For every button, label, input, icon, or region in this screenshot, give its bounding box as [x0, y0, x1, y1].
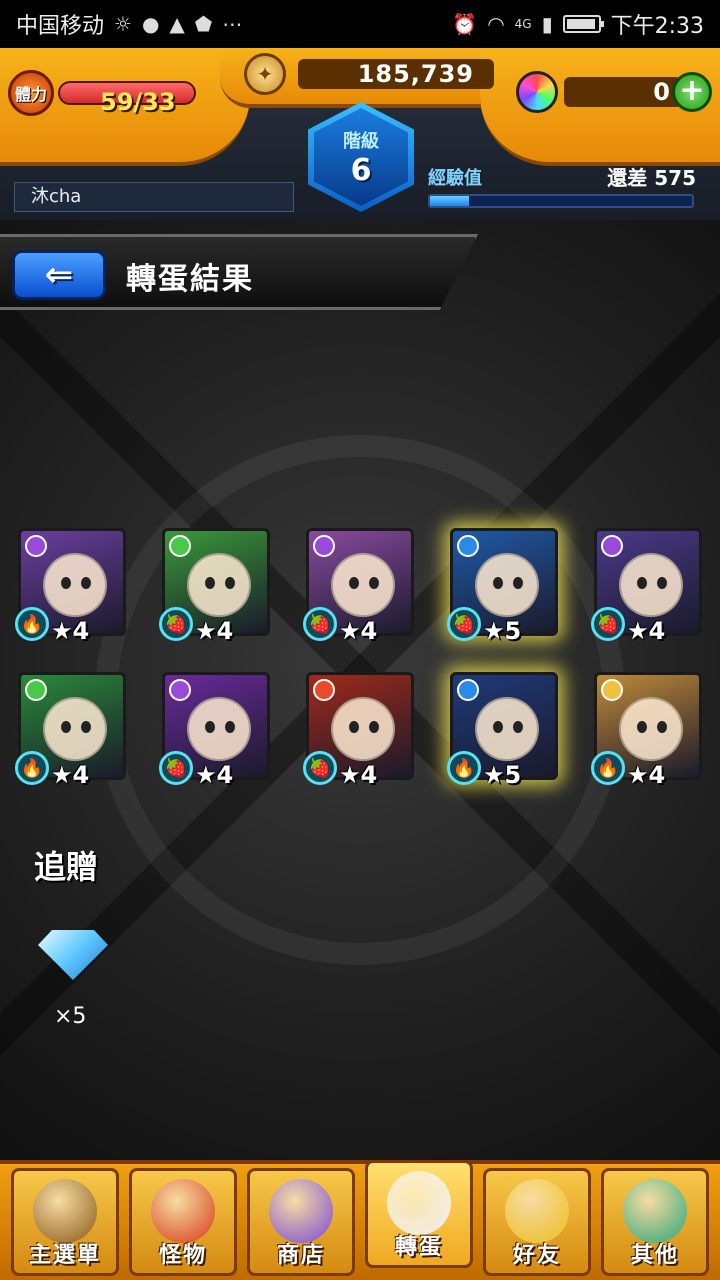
- orb-value: 0: [564, 77, 682, 107]
- clock: 下午2:33: [610, 14, 704, 39]
- egg-icon: [387, 1171, 451, 1235]
- nav-item-0[interactable]: 主選單: [11, 1168, 119, 1276]
- type-icon: 🍓: [591, 607, 625, 641]
- exp-bar: [428, 194, 694, 208]
- element-icon: [601, 679, 623, 701]
- monster-card[interactable]: 🍓 ★4: [303, 528, 414, 645]
- monster-card[interactable]: 🍓 ★4: [159, 528, 270, 645]
- diamond-icon: [623, 1179, 687, 1243]
- element-icon: [169, 679, 191, 701]
- castle-icon: [33, 1179, 97, 1243]
- rainbow-orb-icon: [269, 1179, 333, 1243]
- type-icon: 🍓: [303, 607, 337, 641]
- element-icon: [313, 679, 335, 701]
- monster-card[interactable]: 🍓 ★5: [447, 528, 558, 645]
- notification-dot-icon: ●: [141, 12, 160, 36]
- monster-card[interactable]: 🍓 ★4: [159, 672, 270, 789]
- gacha-result-screen: ⇐ 轉蛋結果 🔥 ★4 🍓 ★4 🍓 ★4 🍓 ★5 🍓 ★4 🔥 ★4 🍓 ★4 🍓 ★4 🔥 ★5 🔥 ★4 追贈…: [0, 220, 720, 1160]
- balloons-icon: [505, 1179, 569, 1243]
- type-icon: 🍓: [159, 751, 193, 785]
- buy-orbs-button[interactable]: +: [672, 72, 712, 112]
- back-button[interactable]: ⇐: [12, 250, 106, 300]
- nav-item-2[interactable]: 商店: [247, 1168, 355, 1276]
- page-title: 轉蛋結果: [126, 262, 254, 297]
- warning-icon: ▲: [169, 12, 185, 36]
- element-icon: [457, 535, 479, 557]
- coin-counter: ✦ 185,739: [244, 53, 494, 95]
- rank-value: 6: [350, 152, 372, 188]
- signal-icon: ▮: [541, 12, 553, 36]
- type-icon: 🍓: [303, 751, 337, 785]
- stamina-icon: 體力: [8, 70, 54, 116]
- element-icon: [457, 679, 479, 701]
- wifi-icon: ◠: [487, 12, 505, 36]
- top-hud: 體力 59/33 ✦ 185,739 0 + 階級 6 沐cha 經驗值 還差 …: [0, 48, 720, 220]
- type-icon: 🔥: [15, 751, 49, 785]
- element-icon: [25, 535, 47, 557]
- stamina-value: 59/33: [100, 88, 176, 116]
- exp-label: 經驗值: [428, 168, 482, 189]
- brightness-icon: ☼: [114, 12, 132, 36]
- monster-card[interactable]: 🔥 ★4: [15, 672, 126, 789]
- back-arrow-icon: ⇐: [44, 255, 74, 295]
- bonus-gem: [34, 926, 110, 986]
- monster-card[interactable]: 🔥 ★4: [591, 672, 702, 789]
- bottom-nav: 主選單 怪物 商店 轉蛋 好友 其他: [0, 1160, 720, 1280]
- rarity-stars: ★4: [627, 617, 666, 645]
- type-icon: 🍓: [447, 607, 481, 641]
- player-name: 沐cha: [14, 182, 294, 212]
- type-icon: 🔥: [591, 751, 625, 785]
- orb-counter: 0 +: [516, 70, 712, 114]
- diamond-icon: [38, 930, 108, 980]
- rarity-stars: ★4: [339, 617, 378, 645]
- rainbow-orb-icon: [516, 71, 558, 113]
- monster-card[interactable]: 🔥 ★5: [447, 672, 558, 789]
- monster-card[interactable]: 🍓 ★4: [303, 672, 414, 789]
- monster-card[interactable]: 🔥 ★4: [15, 528, 126, 645]
- exp-bar-fill: [430, 196, 470, 206]
- element-icon: [313, 535, 335, 557]
- more-icon: ⋯: [222, 12, 243, 36]
- rarity-stars: ★4: [195, 617, 234, 645]
- exp-remaining: 還差 575: [607, 166, 696, 190]
- nav-item-5[interactable]: 其他: [601, 1168, 709, 1276]
- nav-label: 商店: [276, 1243, 325, 1268]
- rank-label: 階級: [343, 130, 379, 152]
- rarity-stars: ★5: [483, 617, 522, 645]
- battery-icon: [562, 15, 604, 33]
- nav-item-3[interactable]: 轉蛋: [365, 1160, 473, 1268]
- nav-label: 怪物: [158, 1243, 207, 1268]
- type-icon: 🔥: [15, 607, 49, 641]
- rarity-stars: ★4: [51, 617, 90, 645]
- bonus-label: 追贈: [34, 848, 99, 886]
- rarity-stars: ★4: [627, 761, 666, 789]
- nav-label: 主選單: [28, 1243, 101, 1268]
- nav-item-1[interactable]: 怪物: [129, 1168, 237, 1276]
- coin-value: 185,739: [298, 59, 494, 89]
- rarity-stars: ★5: [483, 761, 522, 789]
- monster-grid: 🔥 ★4 🍓 ★4 🍓 ★4 🍓 ★5 🍓 ★4 🔥 ★4 🍓 ★4 🍓 ★4 🔥 ★5 🔥 ★4: [15, 528, 708, 789]
- rank-badge: 階級 6: [308, 102, 414, 212]
- monster-card[interactable]: 🍓 ★4: [591, 528, 702, 645]
- shield-icon: ⬟: [194, 12, 213, 36]
- status-bar: 中国移动 ☼ ● ▲ ⬟ ⋯ ⏰ ◠ 4G ▮ 下午2:33: [0, 0, 720, 48]
- element-icon: [601, 535, 623, 557]
- rarity-stars: ★4: [195, 761, 234, 789]
- element-icon: [25, 679, 47, 701]
- rarity-stars: ★4: [51, 761, 90, 789]
- rarity-stars: ★4: [339, 761, 378, 789]
- carrier-label: 中国移动: [16, 14, 105, 39]
- nav-label: 其他: [630, 1243, 679, 1268]
- network-type-label: 4G: [514, 17, 532, 31]
- alarm-icon: ⏰: [452, 12, 478, 36]
- type-icon: 🔥: [447, 751, 481, 785]
- coin-icon: ✦: [244, 53, 286, 95]
- element-icon: [169, 535, 191, 557]
- monster-icon: [151, 1179, 215, 1243]
- nav-label: 轉蛋: [394, 1235, 443, 1260]
- type-icon: 🍓: [159, 607, 193, 641]
- bonus-gem-count: ×5: [54, 1004, 87, 1029]
- nav-label: 好友: [512, 1243, 561, 1268]
- nav-item-4[interactable]: 好友: [483, 1168, 591, 1276]
